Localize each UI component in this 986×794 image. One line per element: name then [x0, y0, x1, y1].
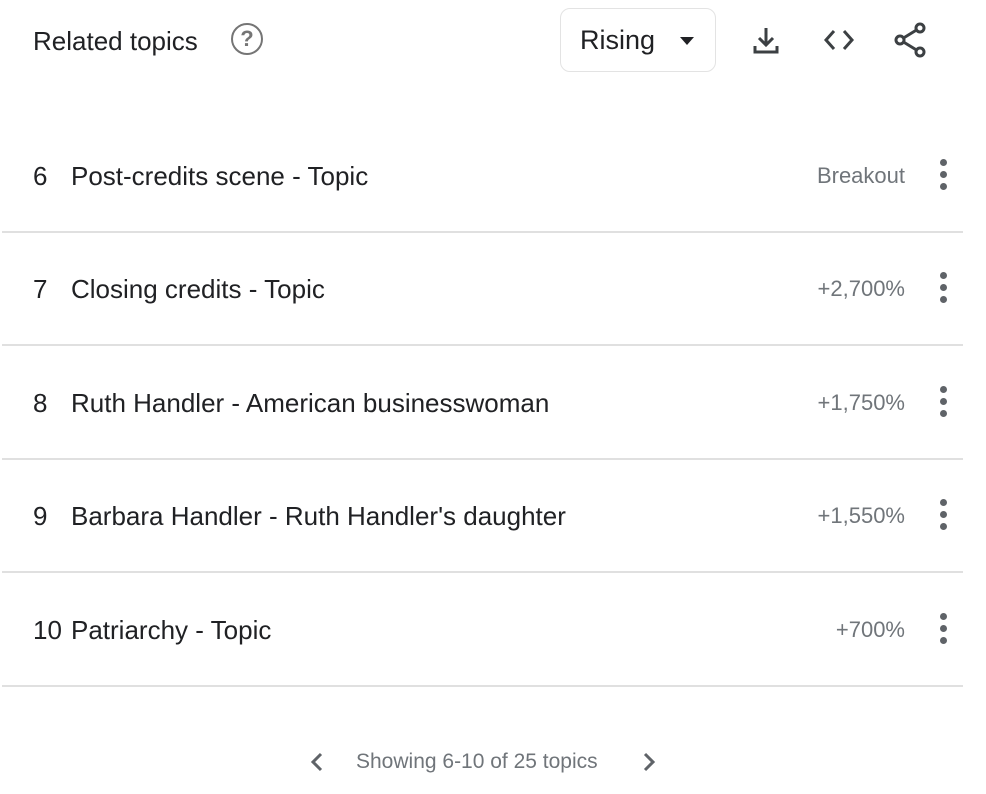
topic-name[interactable]: Barbara Handler - Ruth Handler's daughte… [71, 500, 566, 532]
dropdown-selected-value: Rising [580, 25, 656, 55]
list-item[interactable]: 6 Post-credits scene - Topic Breakout [2, 120, 963, 233]
rank: 10 [33, 615, 62, 645]
topic-name[interactable]: Closing credits - Topic [71, 273, 325, 305]
download-icon[interactable] [746, 20, 786, 60]
list-item[interactable]: 9 Barbara Handler - Ruth Handler's daugh… [2, 460, 963, 573]
rising-dropdown[interactable]: Rising [560, 8, 716, 72]
rise-value: +700% [835, 617, 905, 642]
topic-name[interactable]: Patriarchy - Topic [71, 614, 271, 646]
chevron-left-icon[interactable] [306, 750, 330, 774]
pagination-text: Showing 6-10 of 25 topics [356, 750, 598, 773]
embed-code-icon[interactable] [819, 20, 859, 60]
more-vert-icon[interactable] [936, 159, 950, 193]
rise-value: +2,700% [817, 276, 905, 301]
pagination: Showing 6-10 of 25 topics [0, 746, 986, 778]
more-vert-icon[interactable] [936, 613, 950, 647]
more-vert-icon[interactable] [936, 499, 950, 533]
topic-name[interactable]: Ruth Handler - American businesswoman [71, 387, 549, 419]
rank: 8 [33, 388, 48, 418]
list-item[interactable]: 8 Ruth Handler - American businesswoman … [2, 347, 963, 460]
more-vert-icon[interactable] [936, 386, 950, 420]
topic-name[interactable]: Post-credits scene - Topic [71, 160, 368, 192]
rank: 9 [33, 501, 48, 531]
rank: 6 [33, 161, 48, 191]
rise-value: Breakout [816, 163, 905, 188]
rank: 7 [33, 274, 48, 304]
rise-value: +1,750% [817, 390, 905, 415]
list-item[interactable]: 10 Patriarchy - Topic +700% [2, 574, 963, 687]
more-vert-icon[interactable] [936, 272, 950, 306]
list-item[interactable]: 7 Closing credits - Topic +2,700% [2, 233, 963, 346]
chevron-right-icon[interactable] [636, 750, 660, 774]
share-icon[interactable] [891, 20, 931, 60]
help-icon[interactable]: ? [231, 23, 263, 55]
rise-value: +1,550% [817, 503, 905, 528]
caret-down-icon [680, 37, 694, 45]
section-title: Related topics [33, 26, 198, 56]
